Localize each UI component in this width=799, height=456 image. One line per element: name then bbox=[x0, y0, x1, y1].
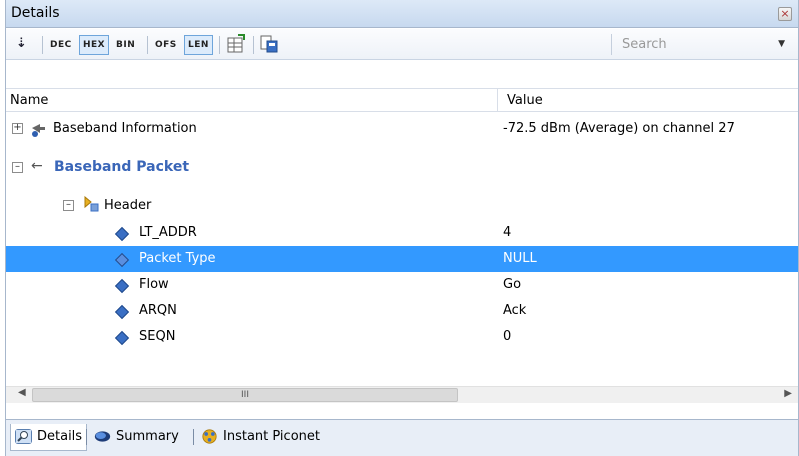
tree-row-baseband-packet[interactable]: – ← Baseband Packet bbox=[6, 154, 798, 180]
tab-summary[interactable]: Summary bbox=[90, 424, 183, 451]
chevrons-down-icon[interactable]: ⇣ bbox=[16, 36, 27, 51]
tree-label: ARQN bbox=[139, 303, 177, 318]
tree-label: LT_ADDR bbox=[139, 225, 197, 240]
tree-label: SEQN bbox=[139, 329, 176, 344]
horizontal-scrollbar[interactable]: ◀ III ▶ bbox=[6, 386, 798, 403]
tree-row-field[interactable]: ARQN Ack bbox=[6, 298, 798, 324]
tab-label: Summary bbox=[116, 429, 179, 444]
column-name-header[interactable]: Name bbox=[10, 93, 48, 108]
tree-row-header[interactable]: – Header bbox=[6, 193, 798, 219]
tab-separator bbox=[86, 429, 87, 445]
details-panel: Details × ⇣ DEC HEX BIN OFS LEN Search ▼ bbox=[5, 0, 799, 456]
tab-label: Instant Piconet bbox=[223, 429, 320, 444]
column-divider[interactable] bbox=[497, 89, 498, 112]
tree-row-field[interactable]: Flow Go bbox=[6, 272, 798, 298]
piconet-icon bbox=[202, 429, 217, 444]
tree-row-field-selected[interactable]: Packet Type NULL bbox=[6, 246, 798, 272]
info-arrow-icon bbox=[32, 124, 45, 137]
bottom-tab-strip: Details Summary Instant Piconet bbox=[6, 419, 798, 456]
tree-row-field[interactable]: SEQN 0 bbox=[6, 324, 798, 350]
tree-value: 0 bbox=[503, 329, 512, 344]
field-diamond-icon bbox=[114, 304, 130, 320]
export-columns-icon[interactable] bbox=[226, 34, 246, 54]
tab-label: Details bbox=[37, 429, 83, 444]
column-header: Name Value bbox=[6, 88, 798, 112]
expand-icon[interactable]: + bbox=[12, 123, 23, 134]
field-diamond-icon bbox=[114, 330, 130, 346]
search-placeholder: Search bbox=[622, 37, 667, 52]
len-button[interactable]: LEN bbox=[184, 35, 213, 55]
bin-button[interactable]: BIN bbox=[112, 35, 139, 55]
magnifier-icon bbox=[15, 429, 32, 444]
toolbar-separator bbox=[147, 36, 148, 54]
tab-details[interactable]: Details bbox=[10, 424, 88, 451]
toolbar-separator bbox=[42, 36, 43, 54]
hex-button[interactable]: HEX bbox=[79, 35, 110, 55]
search-input[interactable]: Search ▼ bbox=[611, 34, 791, 55]
tree-label: Baseband Information bbox=[53, 121, 197, 136]
tree-value: -72.5 dBm (Average) on channel 27 bbox=[503, 121, 735, 136]
field-diamond-icon bbox=[114, 226, 130, 242]
tree-row-field[interactable]: LT_ADDR 4 bbox=[6, 220, 798, 246]
tree-row-baseband-information[interactable]: + Baseband Information -72.5 dBm (Averag… bbox=[6, 116, 798, 142]
close-icon[interactable]: × bbox=[778, 7, 792, 21]
tree-value: 4 bbox=[503, 225, 512, 240]
dec-button[interactable]: DEC bbox=[46, 35, 76, 55]
tab-instant-piconet[interactable]: Instant Piconet bbox=[197, 424, 324, 451]
tree-label: Baseband Packet bbox=[54, 159, 190, 175]
toolbar: ⇣ DEC HEX BIN OFS LEN Search ▼ bbox=[6, 29, 798, 60]
collapse-icon[interactable]: – bbox=[63, 200, 74, 211]
tree-label: Flow bbox=[139, 277, 169, 292]
column-value-header[interactable]: Value bbox=[507, 93, 543, 108]
toolbar-separator bbox=[219, 36, 220, 54]
tree-value: NULL bbox=[503, 251, 537, 266]
scroll-thumb[interactable]: III bbox=[32, 388, 458, 402]
field-diamond-icon bbox=[114, 252, 130, 268]
scroll-left-icon[interactable]: ◀ bbox=[18, 387, 26, 398]
tree-value: Ack bbox=[503, 303, 527, 318]
copy-save-icon[interactable] bbox=[259, 34, 279, 54]
ofs-button[interactable]: OFS bbox=[151, 35, 181, 55]
tree-label: Header bbox=[104, 198, 152, 213]
tree-label: Packet Type bbox=[139, 251, 216, 266]
summary-icon bbox=[94, 431, 111, 442]
scroll-right-icon[interactable]: ▶ bbox=[784, 388, 792, 399]
panel-title: Details bbox=[11, 5, 60, 21]
tree-value: Go bbox=[503, 277, 522, 292]
left-arrow-icon: ← bbox=[31, 158, 43, 174]
tab-separator bbox=[193, 429, 194, 445]
panel-titlebar: Details × bbox=[6, 0, 798, 28]
search-dropdown-icon[interactable]: ▼ bbox=[778, 39, 785, 49]
header-node-icon bbox=[84, 195, 99, 212]
toolbar-separator bbox=[253, 36, 254, 54]
field-diamond-icon bbox=[114, 278, 130, 294]
collapse-icon[interactable]: – bbox=[12, 162, 23, 173]
